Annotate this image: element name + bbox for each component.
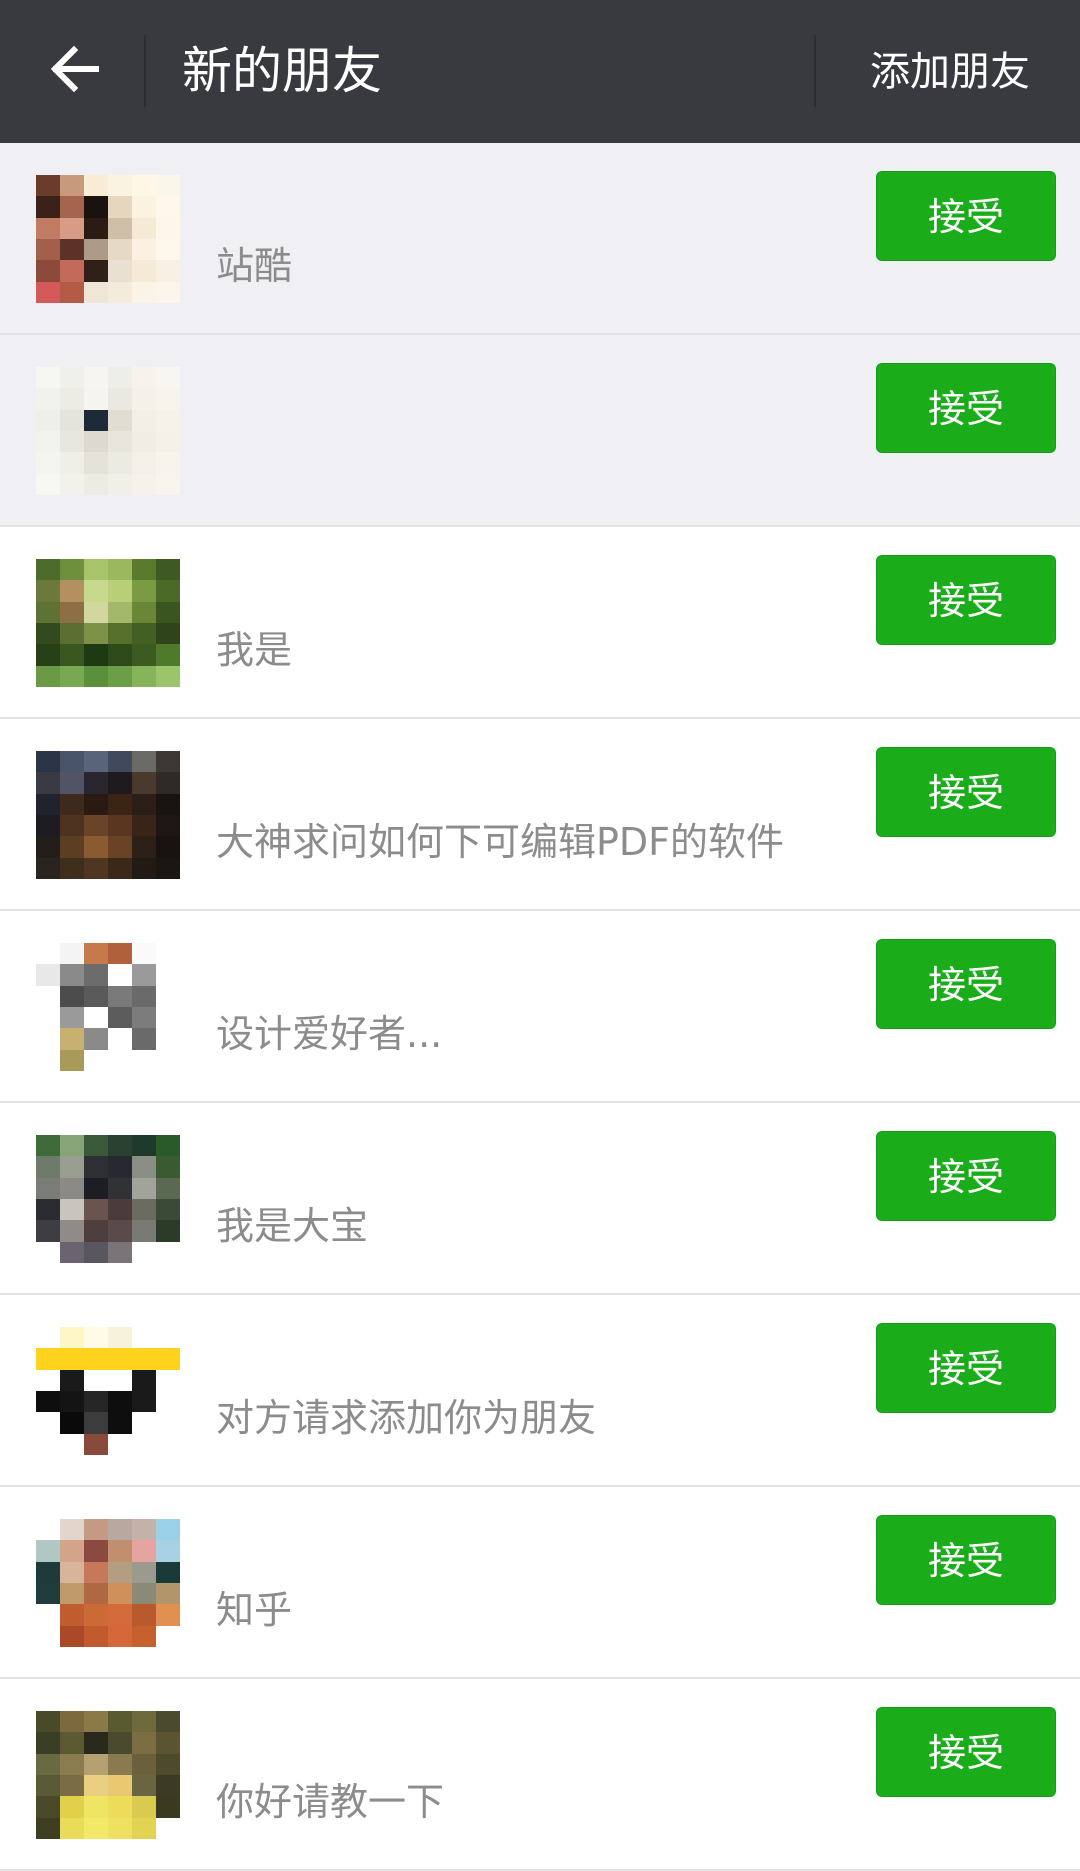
friend-request-list: 站酷 接受 接受 我是 接受 大神求问如何下可编辑PDF的软件 接受 设计爱好者… [0,143,1080,1871]
avatar [36,1327,180,1455]
request-message: 对方请求添加你为朋友 [216,1396,597,1440]
add-friend-button[interactable]: 添加朋友 [870,42,1030,102]
arrow-left-icon [50,45,100,96]
accept-button[interactable]: 接受 [876,171,1056,261]
request-message: 站酷 [216,244,293,288]
request-message: 你好请教一下 [216,1780,445,1824]
accept-button[interactable]: 接受 [876,363,1056,453]
accept-button[interactable]: 接受 [876,1323,1056,1413]
header-divider [814,35,816,107]
accept-button[interactable]: 接受 [876,747,1056,837]
friend-request-row[interactable]: 站酷 接受 [0,143,1080,335]
accept-button[interactable]: 接受 [876,1707,1056,1797]
friend-request-row[interactable]: 大神求问如何下可编辑PDF的软件 接受 [0,719,1080,911]
friend-request-row[interactable]: 对方请求添加你为朋友 接受 [0,1295,1080,1487]
top-bar: 新的朋友 添加朋友 [0,0,1080,143]
avatar [36,1711,180,1839]
avatar [36,751,180,879]
friend-request-row[interactable]: 我是 接受 [0,527,1080,719]
avatar [36,943,180,1071]
accept-button[interactable]: 接受 [876,555,1056,645]
page-title: 新的朋友 [182,42,382,100]
friend-request-row[interactable]: 设计爱好者... 接受 [0,911,1080,1103]
friend-request-row[interactable]: 接受 [0,335,1080,527]
friend-request-row[interactable]: 我是大宝 接受 [0,1103,1080,1295]
request-message: 我是大宝 [216,1204,369,1248]
request-message: 我是 [216,628,293,672]
request-message: 设计爱好者... [216,1012,443,1056]
header-divider [144,35,146,107]
request-message: 知乎 [216,1588,293,1632]
accept-button[interactable]: 接受 [876,1515,1056,1605]
friend-request-row[interactable]: 知乎 接受 [0,1487,1080,1679]
avatar [36,175,180,303]
avatar [36,1135,180,1263]
request-message: 大神求问如何下可编辑PDF的软件 [216,820,785,864]
back-button[interactable] [40,38,110,104]
avatar [36,367,180,495]
avatar [36,559,180,687]
accept-button[interactable]: 接受 [876,1131,1056,1221]
friend-request-row[interactable]: 你好请教一下 接受 [0,1679,1080,1871]
accept-button[interactable]: 接受 [876,939,1056,1029]
avatar [36,1519,180,1647]
